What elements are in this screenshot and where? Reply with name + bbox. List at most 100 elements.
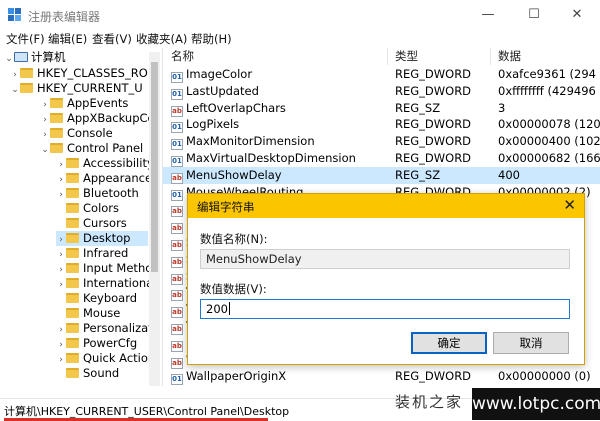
tree-node[interactable]: ⌄ Control Panel [40, 141, 143, 156]
folder-icon [66, 323, 79, 333]
folder-icon [66, 368, 79, 378]
value-name: MenuShowDelay [186, 167, 282, 182]
collapse-arrow-icon[interactable]: ⌄ [4, 52, 14, 67]
tree-node[interactable]: › HKEY_CLASSES_RO [10, 66, 148, 81]
folder-icon [66, 233, 79, 243]
folder-icon [50, 98, 63, 108]
column-header-data[interactable]: 数据 [498, 48, 521, 65]
folder-icon [66, 188, 79, 198]
folder-icon [66, 173, 79, 183]
column-divider[interactable] [490, 48, 491, 65]
string-value-icon: ab [171, 206, 183, 218]
column-divider[interactable] [387, 48, 388, 65]
tree-node[interactable]: › AppEvents [40, 96, 128, 111]
cancel-button[interactable]: 取消 [493, 332, 569, 354]
value-name: LastUpdated [186, 83, 259, 98]
tree-node[interactable]: › Input Metho [56, 261, 152, 276]
tree-node[interactable]: › Infrared [56, 246, 128, 261]
value-name: MaxMonitorDimension [186, 134, 315, 149]
value-data: 0xafce9361 (294 [498, 67, 596, 81]
status-path: 计算机\HKEY_CURRENT_USER\Control Panel\Desk… [4, 405, 290, 418]
value-data: 0x00000400 (102 [498, 134, 600, 149]
tree-node[interactable]: ⌄ HKEY_CURRENT_U [10, 81, 143, 96]
value-name-field: MenuShowDelay [200, 249, 570, 269]
binary-value-icon: 01 [171, 156, 183, 167]
folder-icon [50, 113, 63, 123]
tree-node[interactable]: › Appearance [56, 171, 152, 186]
computer-icon [14, 52, 28, 62]
menu-favorites[interactable]: 收藏夹(A) [136, 31, 187, 47]
value-row[interactable]: 01 MaxVirtualDesktopDimension REG_DWORD 0x0… [163, 150, 600, 167]
string-value-icon: ab [171, 324, 183, 335]
minimize-button[interactable]: — [465, 0, 511, 30]
menu-help[interactable]: 帮助(H) [191, 31, 232, 47]
string-value-icon: ab [171, 223, 183, 235]
tree-node[interactable]: Cursors [56, 216, 127, 231]
folder-icon [20, 83, 33, 93]
value-row[interactable]: 01 MaxMonitorDimension REG_DWORD 0x00000400… [163, 133, 600, 151]
folder-icon [66, 248, 79, 258]
text-caret [228, 302, 230, 315]
tree-node-computer[interactable]: ⌄ 计算机 [4, 50, 65, 67]
value-name: MaxVirtualDesktopDimension [186, 151, 356, 165]
binary-value-icon: 01 [171, 374, 183, 386]
collapse-arrow-icon[interactable]: ⌄ [40, 143, 50, 158]
value-data-input[interactable]: 200 [200, 299, 570, 319]
folder-icon [66, 158, 79, 168]
tree-node[interactable]: Colors [56, 201, 119, 216]
tree-node[interactable]: › Quick Action [56, 351, 155, 366]
tree-node[interactable]: › Accessibility [56, 156, 154, 171]
close-window-button[interactable]: ✕ [554, 0, 600, 30]
menu-bar: 文件(F) 编辑(E) 查看(V) 收藏夹(A) 帮助(H) [0, 30, 600, 48]
dialog-title-bar: 编辑字符串 ✕ [188, 194, 584, 218]
tree-scrollbar-thumb[interactable] [151, 62, 158, 272]
menu-file[interactable]: 文件(F) [6, 31, 45, 47]
string-value-icon: ab [171, 307, 183, 319]
value-name: WallpaperOriginX [186, 369, 287, 384]
value-row[interactable]: 01 LastUpdated REG_DWORD 0xffffffff (429496 [163, 83, 600, 100]
collapse-arrow-icon[interactable]: ⌄ [10, 83, 20, 98]
close-icon[interactable]: ✕ [563, 196, 576, 214]
tree-node[interactable]: Sound [56, 366, 119, 381]
string-value-icon: ab [171, 357, 183, 369]
tree-node[interactable]: › Internationa [56, 276, 153, 291]
value-data: 0x00000078 (120 [498, 117, 600, 132]
folder-icon [66, 218, 79, 228]
tree-node[interactable]: Mouse [56, 306, 120, 321]
tree-node[interactable]: › AppXBackupCo [40, 111, 154, 126]
tree-node[interactable]: › Personalizat [56, 321, 153, 336]
value-row[interactable]: ab LeftOverlapChars REG_SZ 3 [163, 100, 600, 117]
value-type: REG_DWORD [395, 369, 472, 384]
string-value-icon: ab [171, 256, 183, 268]
string-value-icon: ab [171, 105, 183, 117]
folder-icon [66, 293, 79, 303]
folder-icon [66, 353, 79, 363]
binary-value-icon: 01 [171, 122, 183, 134]
column-header-type[interactable]: 类型 [395, 48, 418, 65]
menu-edit[interactable]: 编辑(E) [48, 31, 87, 47]
folder-icon [66, 263, 79, 273]
maximize-button[interactable]: ☐ [511, 0, 557, 30]
value-row-selected[interactable]: ab MenuShowDelay REG_SZ 400 [163, 166, 600, 184]
tree-node[interactable]: › Console [40, 126, 112, 141]
binary-value-icon: 01 [171, 88, 183, 100]
folder-icon [66, 203, 79, 213]
folder-icon [66, 278, 79, 288]
tree-node[interactable]: Keyboard [56, 291, 137, 306]
registry-app-icon [8, 8, 21, 21]
value-type: REG_DWORD [395, 134, 472, 149]
value-row[interactable]: 01 WallpaperOriginX REG_DWORD 0x00000000 (0… [163, 368, 600, 386]
string-value-icon: ab [171, 240, 183, 251]
column-header-name[interactable]: 名称 [171, 48, 194, 65]
ok-button[interactable]: 确定 [411, 332, 487, 354]
menu-view[interactable]: 查看(V) [92, 31, 132, 47]
tree-node[interactable]: › PowerCfg [56, 336, 137, 351]
value-row[interactable]: 01 ImageColor REG_DWORD 0xafce9361 (294 [163, 66, 600, 83]
watermark-brand: 装机之家 [395, 393, 464, 411]
string-value-icon: ab [171, 273, 183, 285]
value-row[interactable]: 01 LogPixels REG_DWORD 0x00000078 (120 [163, 116, 600, 134]
edit-string-dialog: 编辑字符串 ✕ 数值名称(N): MenuShowDelay 数值数据(V): … [187, 193, 585, 365]
tree-node-selected[interactable]: › Desktop [56, 231, 148, 246]
folder-icon [66, 338, 79, 348]
tree-node[interactable]: › Bluetooth [56, 186, 139, 201]
